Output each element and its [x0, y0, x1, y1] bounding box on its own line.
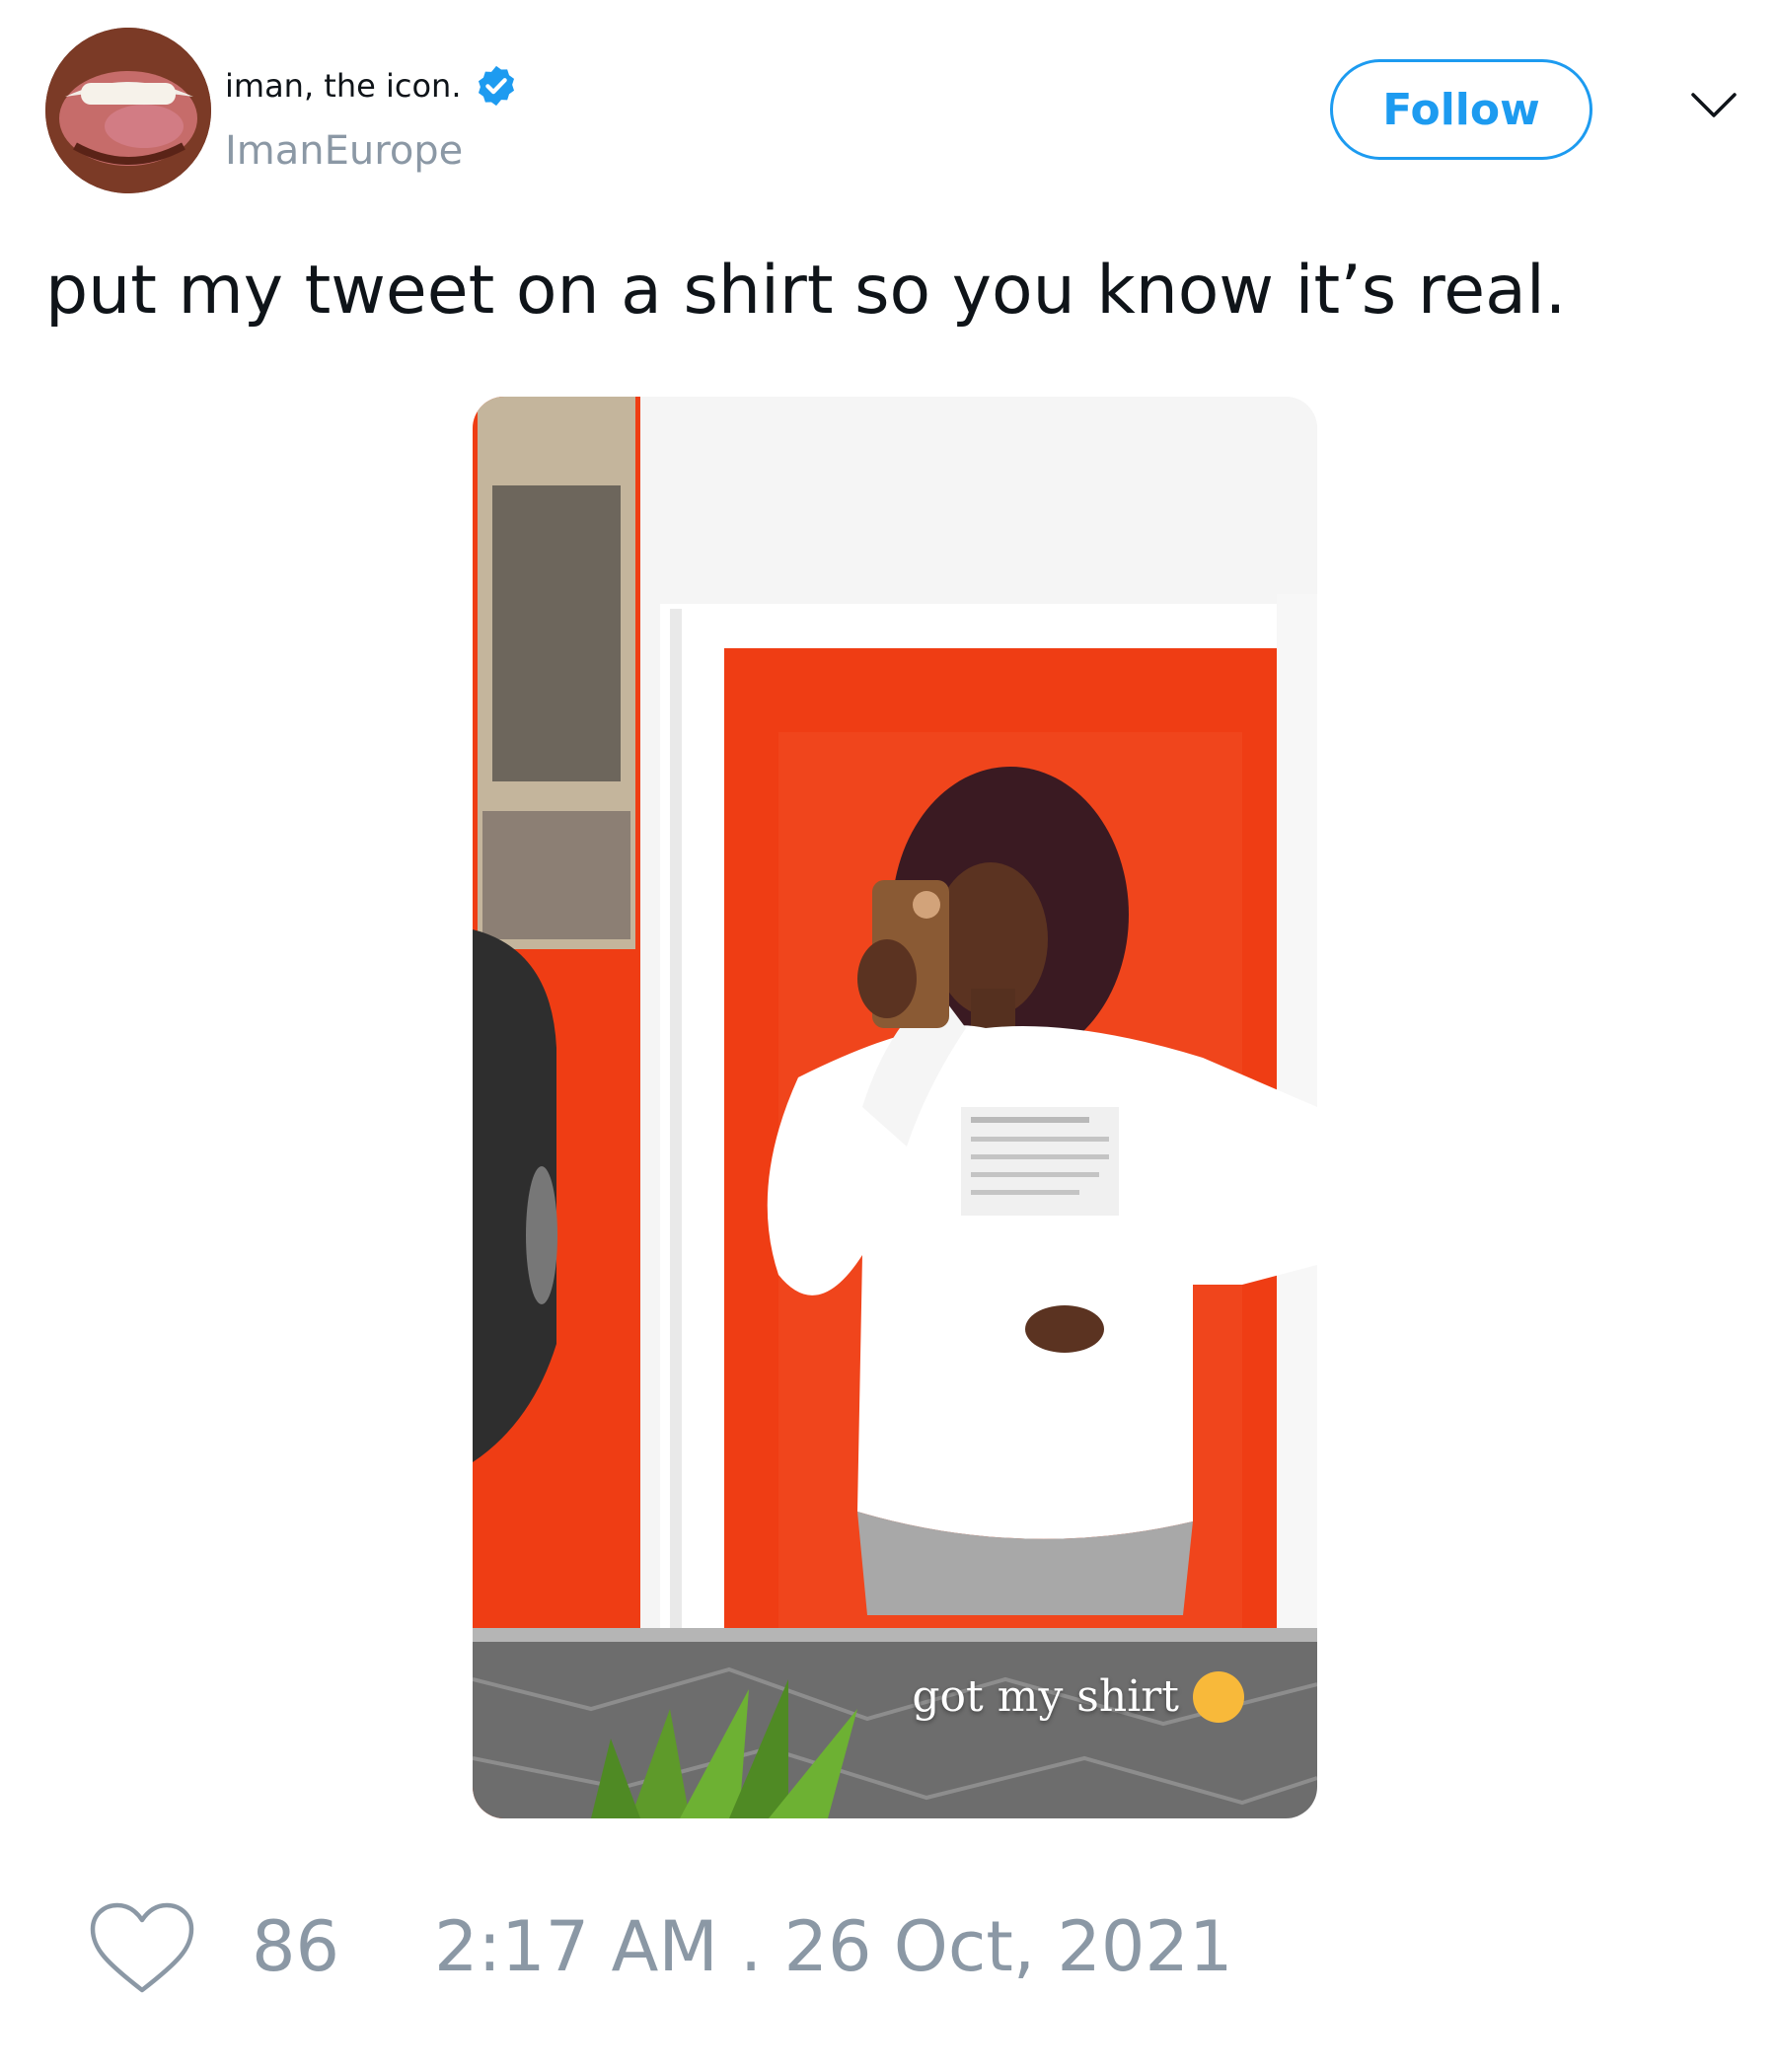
- tweet-media-photo[interactable]: got my shirt: [473, 397, 1317, 1818]
- user-handle[interactable]: ImanEurope: [225, 128, 463, 174]
- story-caption: got my shirt: [912, 1671, 1179, 1722]
- avatar-image: [45, 28, 211, 193]
- heart-icon[interactable]: [87, 1899, 197, 1998]
- follow-button[interactable]: Follow: [1330, 59, 1592, 160]
- mirror-selfie-photo: [473, 397, 1317, 1818]
- verified-badge-icon: [478, 65, 514, 107]
- tweet-text: put my tweet on a shirt so you know it’s…: [45, 252, 1567, 330]
- chevron-down-icon[interactable]: [1689, 91, 1739, 120]
- avatar[interactable]: [45, 28, 211, 193]
- display-name[interactable]: iman, the icon.: [225, 67, 462, 105]
- like-count[interactable]: 86: [252, 1906, 339, 1987]
- smiling-hearts-emoji-icon: [1193, 1671, 1244, 1723]
- display-name-row[interactable]: iman, the icon.: [225, 63, 519, 109]
- tweet-timestamp[interactable]: 2:17 AM . 26 Oct, 2021: [434, 1906, 1232, 1987]
